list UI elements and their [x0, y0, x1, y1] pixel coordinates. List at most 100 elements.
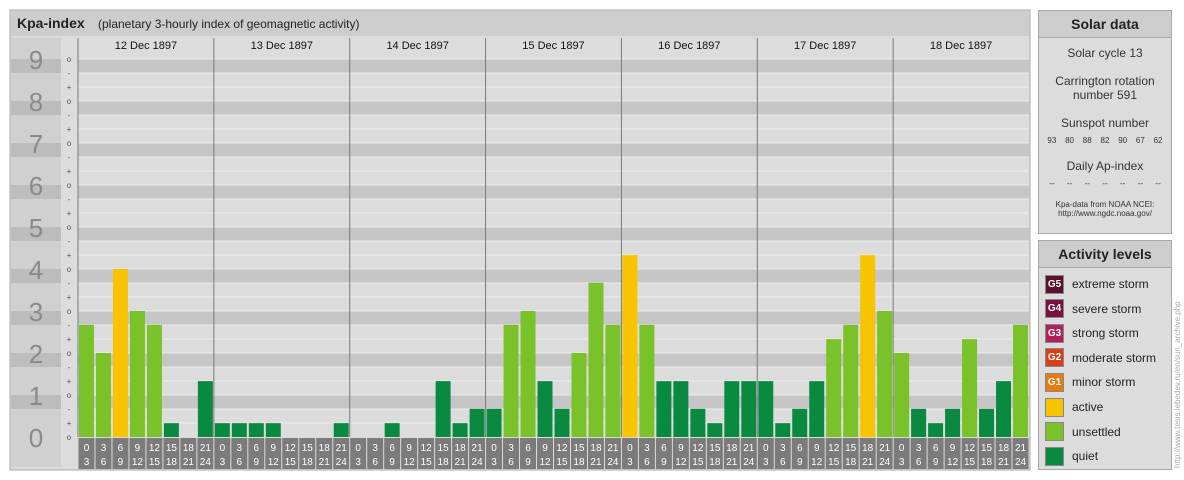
kp-bar — [435, 381, 451, 437]
kp-bar — [537, 381, 553, 437]
hour-label-start: 15 — [709, 443, 721, 454]
hour-label-end: 15 — [421, 457, 433, 468]
hour-label-end: 12 — [675, 457, 687, 468]
y-tick-label: 6 — [29, 171, 43, 201]
hour-label-end: 9 — [525, 457, 531, 468]
hour-label-start: 15 — [438, 443, 450, 454]
hour-label-end: 9 — [389, 457, 395, 468]
activity-level-swatch — [1045, 422, 1064, 442]
y-subtick-label: - — [68, 111, 71, 120]
hour-label-end: 18 — [709, 457, 721, 468]
y-subtick-label: o — [67, 349, 72, 358]
hour-label-start: 6 — [661, 443, 667, 454]
hour-label-end: 9 — [118, 457, 124, 468]
y-subtick-label: o — [67, 223, 72, 232]
ap-value: -- — [1084, 179, 1090, 188]
activity-level-swatch: G5 — [1045, 274, 1064, 294]
hour-label-end: 3 — [627, 457, 633, 468]
kp-bar — [690, 408, 706, 437]
hour-label-start: 15 — [981, 443, 993, 454]
hour-label-start: 0 — [491, 443, 497, 454]
hour-label-end: 18 — [573, 457, 585, 468]
kp-bar — [163, 423, 179, 437]
hour-label-end: 6 — [101, 457, 107, 468]
sunspot-value: 93 — [1047, 136, 1057, 145]
kpa-chart: Kpa-index (planetary 3-hourly index of g… — [9, 9, 1031, 471]
band-dark — [78, 101, 1029, 115]
hour-label-start: 12 — [964, 443, 976, 454]
kp-bar — [673, 381, 689, 437]
hour-label-start: 21 — [1015, 443, 1027, 454]
hour-label-end: 6 — [372, 457, 378, 468]
carrington-line1: Carrington rotation — [1055, 74, 1155, 88]
kp-bar — [605, 324, 621, 437]
ap-values: -- -- -- -- -- -- -- — [1039, 179, 1171, 188]
band-dark — [78, 59, 1029, 73]
activity-level-swatch — [1045, 446, 1064, 466]
kp-bar — [554, 408, 570, 437]
y-subtick-label: o — [67, 139, 72, 148]
hour-label-start: 0 — [355, 443, 361, 454]
hour-label-start: 12 — [149, 443, 161, 454]
carrington-line2: number 591 — [1072, 88, 1138, 102]
y-subtick-label: - — [68, 195, 71, 204]
y-subtick-label: o — [67, 181, 72, 190]
y-tick-label: 3 — [29, 297, 43, 327]
y-subtick-label: + — [67, 335, 72, 344]
kp-bar — [95, 353, 111, 437]
activity-level-row: G2 moderate storm — [1045, 348, 1156, 368]
hour-label-end: 15 — [964, 457, 976, 468]
hour-label-start: 0 — [84, 443, 90, 454]
solar-cycle: Solar cycle 13 — [1067, 46, 1143, 60]
hour-label-start: 18 — [455, 443, 467, 454]
y-subtick-label: - — [68, 363, 71, 372]
activity-level-row: G5 extreme storm — [1045, 274, 1149, 294]
y-subtick-label: o — [67, 433, 72, 442]
sunspot-value: 82 — [1100, 136, 1110, 145]
hour-label-end: 18 — [302, 457, 314, 468]
y-subtick-label: - — [68, 69, 71, 78]
hour-label-end: 3 — [491, 457, 497, 468]
y-subtick-label: o — [67, 307, 72, 316]
ap-value: -- — [1155, 179, 1161, 188]
hour-label-end: 21 — [726, 457, 738, 468]
hour-label-start: 3 — [101, 443, 107, 454]
hour-label-end: 24 — [336, 457, 348, 468]
day-label: 14 Dec 1897 — [386, 40, 448, 52]
hour-label-end: 24 — [1015, 457, 1027, 468]
hour-label-start: 21 — [607, 443, 619, 454]
hour-label-end: 9 — [797, 457, 803, 468]
y-tick-label: 5 — [29, 213, 43, 243]
activity-level-swatch: G4 — [1045, 299, 1064, 319]
kp-bar — [469, 408, 485, 437]
band-dark — [78, 185, 1029, 199]
kp-bar — [775, 423, 791, 437]
hour-label-end: 15 — [149, 457, 161, 468]
y-tick-label: 7 — [29, 129, 43, 159]
y-subtick-label: + — [67, 293, 72, 302]
hour-label-end: 18 — [845, 457, 857, 468]
y-subtick-label: - — [68, 405, 71, 414]
kp-bar — [996, 381, 1012, 437]
y-subtick-label: - — [68, 321, 71, 330]
kp-bar — [741, 381, 757, 437]
hour-label-end: 15 — [285, 457, 297, 468]
kp-bar — [129, 311, 145, 437]
chart-title: Kpa-index — [17, 15, 85, 31]
hour-label-start: 21 — [879, 443, 891, 454]
hour-label-start: 12 — [421, 443, 433, 454]
activity-level-row: G4 severe storm — [1045, 299, 1141, 319]
activity-level-swatch: G2 — [1045, 348, 1064, 368]
kp-bar — [758, 381, 774, 437]
kp-bar — [588, 282, 604, 437]
ap-value: -- — [1066, 179, 1073, 188]
hour-label-start: 9 — [814, 443, 820, 454]
day-label: 17 Dec 1897 — [794, 40, 856, 52]
hour-label-end: 3 — [899, 457, 905, 468]
hour-label-end: 9 — [933, 457, 939, 468]
y-subtick-label: o — [67, 55, 72, 64]
kp-bar — [724, 381, 740, 437]
hour-label-start: 9 — [271, 443, 277, 454]
hour-label-end: 21 — [183, 457, 195, 468]
hour-label-start: 15 — [166, 443, 178, 454]
